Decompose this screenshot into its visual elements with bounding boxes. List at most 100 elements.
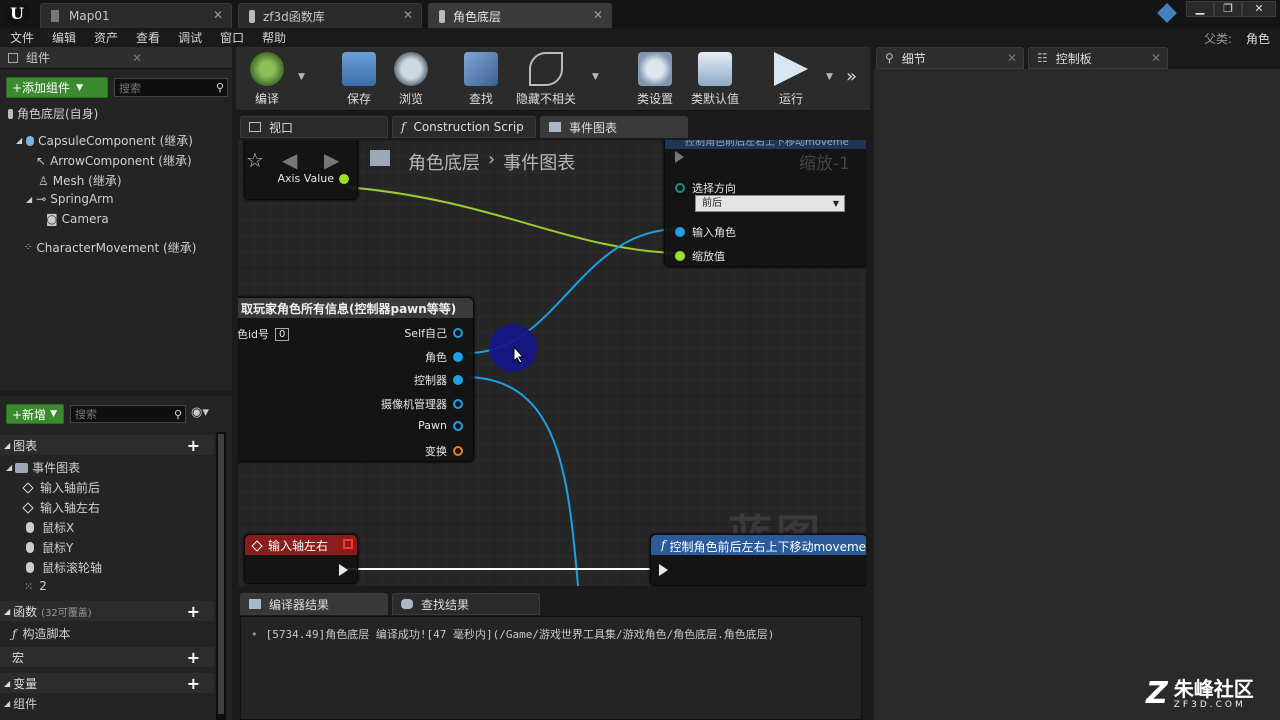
controller-pin[interactable]: 控制器: [414, 372, 463, 388]
pin-dot[interactable]: [675, 183, 685, 193]
construction-script-item[interactable]: ƒ 构造脚本: [12, 625, 70, 642]
pin-dot[interactable]: [453, 399, 463, 409]
menu-file[interactable]: 文件: [0, 29, 42, 46]
move-character-node-2[interactable]: f 控制角色前后左右上下移动moveme: [650, 534, 866, 586]
tab-character-base[interactable]: 角色底层 ✕: [428, 3, 612, 28]
parent-class-value[interactable]: 角色: [1246, 30, 1270, 47]
browse-button[interactable]: 浏览: [380, 50, 442, 108]
tab-compiler-results[interactable]: 编译器结果: [240, 593, 388, 615]
close-icon[interactable]: ✕: [1151, 51, 1161, 65]
chevron-down-icon[interactable]: ▼: [592, 72, 599, 82]
tab-details[interactable]: ⚲ 细节 ✕: [876, 47, 1024, 69]
add-function-button[interactable]: +: [187, 602, 200, 621]
section-components[interactable]: ◢ 组件: [4, 695, 37, 712]
close-icon[interactable]: ✕: [403, 8, 413, 22]
mybp-search-input[interactable]: 搜索 ⚲: [70, 405, 186, 423]
pin-dot[interactable]: [453, 446, 463, 456]
input-character-pin[interactable]: 输入角色: [675, 224, 736, 240]
menu-window[interactable]: 窗口: [210, 29, 252, 46]
favorite-star-icon[interactable]: ☆: [246, 148, 264, 172]
self-pin[interactable]: Self自己: [404, 325, 463, 341]
close-icon[interactable]: ✕: [1007, 51, 1017, 65]
event-mouse-wheel[interactable]: 鼠标滚轮轴: [26, 559, 102, 576]
add-graph-button[interactable]: +: [187, 436, 200, 455]
breadcrumb-root[interactable]: 角色底层: [408, 149, 480, 175]
event-mouse-y[interactable]: 鼠标Y: [26, 539, 73, 556]
section-graphs[interactable]: ◢ 图表 +: [0, 435, 214, 455]
event-input-axis-lr[interactable]: 输入轴左右: [22, 499, 100, 516]
tab-find-results[interactable]: 查找结果: [392, 593, 540, 615]
find-button[interactable]: 查找: [450, 50, 512, 108]
back-arrow-icon[interactable]: ◀: [282, 148, 297, 172]
menu-asset[interactable]: 资产: [84, 29, 126, 46]
eye-icon[interactable]: ◉▾: [191, 405, 209, 420]
more-toolbar-icon[interactable]: »: [846, 66, 857, 87]
close-icon[interactable]: ✕: [593, 8, 603, 22]
hide-unrelated-button[interactable]: 隐藏不相关: [506, 50, 586, 108]
tab-construction-script[interactable]: f Construction Scrip: [392, 116, 536, 138]
menu-help[interactable]: 帮助: [252, 29, 294, 46]
transform-pin[interactable]: 变换: [425, 443, 463, 459]
pin-dot[interactable]: [675, 227, 685, 237]
close-window-button[interactable]: ✕: [1242, 1, 1276, 17]
menu-view[interactable]: 查看: [126, 29, 168, 46]
pin-dot[interactable]: [453, 352, 463, 362]
add-variable-button[interactable]: +: [187, 674, 200, 693]
pin-dot[interactable]: [675, 251, 685, 261]
tab-viewport[interactable]: 视口: [240, 116, 388, 138]
event-mouse-x[interactable]: 鼠标X: [26, 519, 74, 536]
tree-item-capsule[interactable]: ◢ CapsuleComponent (继承): [16, 132, 193, 149]
close-icon[interactable]: ✕: [132, 51, 142, 65]
minimize-button[interactable]: ▁: [1186, 1, 1214, 17]
tab-event-graph[interactable]: 事件图表: [540, 116, 688, 138]
close-icon[interactable]: ✕: [213, 8, 223, 22]
id-input[interactable]: 0: [275, 327, 290, 341]
pawn-pin[interactable]: Pawn: [418, 419, 463, 432]
tree-item-camera[interactable]: ◙ Camera: [46, 212, 109, 226]
scrollbar-track[interactable]: [216, 432, 226, 720]
add-macro-button[interactable]: +: [187, 648, 200, 667]
character-pin[interactable]: 角色: [425, 349, 463, 365]
chevron-down-icon[interactable]: ▼: [826, 72, 833, 82]
tab-palette[interactable]: ☷ 控制板 ✕: [1028, 47, 1168, 69]
expand-icon[interactable]: ◢: [26, 195, 32, 204]
get-player-info-node[interactable]: 取玩家角色所有信息(控制器pawn等等) 色id号 0 Self自己 角色 控制…: [238, 297, 474, 462]
camera-manager-pin[interactable]: 摄像机管理器: [381, 396, 463, 412]
move-character-node[interactable]: 控制角色前后左右上下移动moveme 缩放-1 选择方向 前后 ▼ 输入角色 缩…: [664, 140, 866, 267]
exec-in-pin[interactable]: [659, 564, 668, 579]
exec-out-pin[interactable]: [339, 564, 348, 579]
compile-button[interactable]: 编译: [236, 50, 298, 108]
pin-dot[interactable]: [453, 375, 463, 385]
input-axis-lr-node[interactable]: 输入轴左右: [244, 534, 358, 584]
character-id-pin[interactable]: 色id号 0: [238, 326, 290, 342]
add-new-button[interactable]: +新增 ▼: [6, 404, 64, 424]
pin-dot[interactable]: [453, 328, 463, 338]
section-functions[interactable]: ◢ 函数 (32可覆盖) +: [0, 601, 214, 621]
event-number-key[interactable]: ⁙ 2: [24, 579, 47, 593]
expand-icon[interactable]: ◢: [16, 136, 22, 145]
menu-debug[interactable]: 调试: [168, 29, 210, 46]
event-input-axis-forward[interactable]: 输入轴前后: [22, 479, 100, 496]
tree-item-movement[interactable]: ⁘ CharacterMovement (继承): [24, 239, 196, 256]
event-graph-canvas[interactable]: Axis Value ☆ ◀ ▶ 角色底层 › 事件图表 控制角色前后左右上下移…: [238, 140, 866, 586]
direction-select[interactable]: 前后 ▼: [695, 195, 845, 212]
section-macros[interactable]: 宏 +: [0, 647, 214, 667]
tab-map01[interactable]: Map01 ✕: [40, 3, 232, 28]
source-control-icon[interactable]: [1157, 3, 1177, 23]
components-search-input[interactable]: 搜索 ⚲: [114, 78, 228, 97]
axis-value-pin[interactable]: Axis Value: [277, 172, 349, 185]
pin-dot[interactable]: [453, 420, 463, 431]
maximize-button[interactable]: ❐: [1214, 1, 1242, 17]
unreal-logo-icon[interactable]: U: [4, 2, 30, 26]
tree-item-mesh[interactable]: ♙ Mesh (继承): [38, 172, 122, 189]
tree-item-springarm[interactable]: ◢ ⊸ SpringArm: [26, 192, 114, 206]
section-variables[interactable]: ◢ 变量 +: [0, 673, 214, 693]
tree-item-event-graph[interactable]: ◢ 事件图表: [6, 459, 80, 476]
scale-value-pin[interactable]: 缩放值: [675, 248, 725, 264]
tab-zf3d-library[interactable]: zf3d函数库 ✕: [238, 3, 422, 28]
forward-arrow-icon[interactable]: ▶: [324, 148, 339, 172]
exec-in-pin[interactable]: [675, 151, 684, 166]
run-button[interactable]: 运行: [760, 50, 822, 108]
tree-item-arrow[interactable]: ↖ ArrowComponent (继承): [36, 152, 192, 169]
class-settings-button[interactable]: 类设置: [624, 50, 686, 108]
